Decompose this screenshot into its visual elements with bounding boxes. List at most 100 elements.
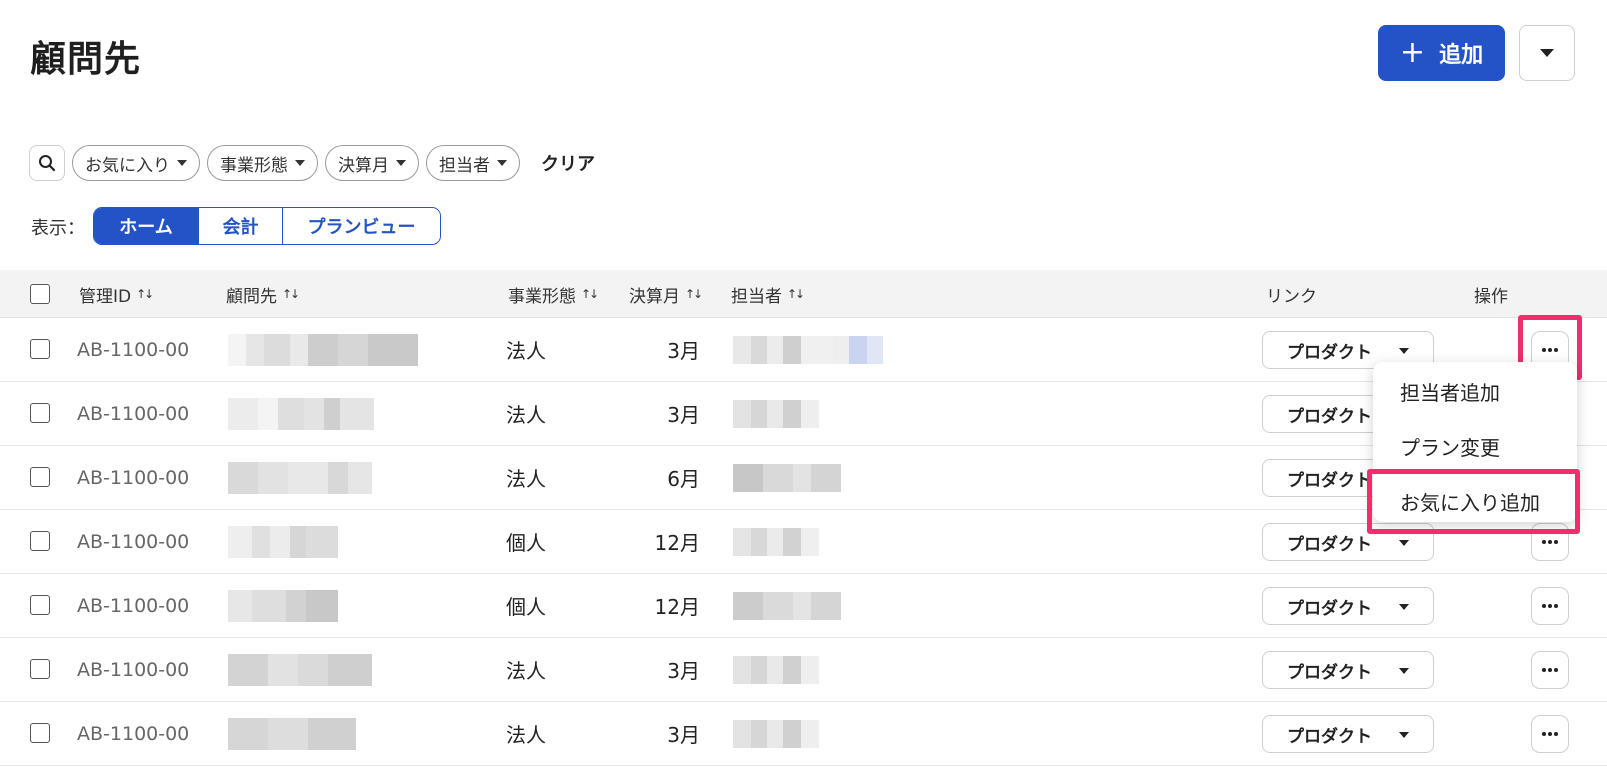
search-icon xyxy=(39,155,56,172)
product-link-label: プロダクト xyxy=(1287,662,1372,683)
table-row: AB-1100-00 法人 3月 プロダクト xyxy=(0,638,1607,702)
row-actions-button[interactable] xyxy=(1531,715,1569,753)
more-icon xyxy=(1542,604,1546,608)
product-link-label: プロダクト xyxy=(1287,470,1372,491)
view-option-home[interactable]: ホーム xyxy=(94,208,198,244)
row-business-type: 法人 xyxy=(506,723,546,747)
row-checkbox[interactable] xyxy=(30,531,50,551)
filter-chip-assignee[interactable]: 担当者 xyxy=(426,145,520,181)
assignee-name-redacted xyxy=(733,464,841,492)
menu-item-add-assignee[interactable]: 担当者追加 xyxy=(1400,377,1500,406)
assignee-name-redacted xyxy=(733,592,841,620)
caret-down-icon xyxy=(1399,540,1409,546)
row-checkbox[interactable] xyxy=(30,659,50,679)
more-icon-dot xyxy=(1554,668,1558,672)
product-link-label: プロダクト xyxy=(1287,342,1372,363)
view-option-plan[interactable]: プランビュー xyxy=(282,208,440,244)
product-link-dropdown[interactable]: プロダクト xyxy=(1262,587,1434,625)
caret-down-icon xyxy=(1399,732,1409,738)
column-header-link: リンク xyxy=(1266,286,1317,307)
filter-chip-label: 事業形態 xyxy=(220,155,288,176)
plus-icon: + xyxy=(1399,35,1426,70)
caret-down-icon xyxy=(1399,348,1409,354)
row-actions-button[interactable] xyxy=(1531,651,1569,689)
column-header-label: 事業形態 xyxy=(508,286,576,307)
table-row: AB-1100-00 個人 12月 プロダクト xyxy=(0,574,1607,638)
filter-chip-label: 決算月 xyxy=(338,155,389,176)
column-header-fiscal-month[interactable]: 決算月 ↑↓ xyxy=(629,270,703,318)
column-header-id[interactable]: 管理ID ↑↓ xyxy=(79,270,154,318)
row-business-type: 法人 xyxy=(506,339,546,363)
row-business-type: 法人 xyxy=(506,403,546,427)
filter-bar: お気に入り 事業形態 決算月 担当者 クリア xyxy=(29,145,595,181)
sort-icon: ↑↓ xyxy=(282,287,300,301)
more-icon-dot xyxy=(1548,604,1552,608)
select-all-checkbox[interactable] xyxy=(30,284,50,304)
column-header-assignee[interactable]: 担当者 ↑↓ xyxy=(731,270,805,318)
page-title: 顧問先 xyxy=(30,39,142,80)
column-header-label: 管理ID xyxy=(79,286,132,307)
table-row: AB-1100-00 法人 6月 プロダクト xyxy=(0,446,1607,510)
client-name-redacted xyxy=(228,526,338,558)
column-header-label: 顧問先 xyxy=(226,286,277,307)
client-name-redacted xyxy=(228,334,418,366)
row-fiscal-month: 3月 xyxy=(667,659,700,683)
add-options-dropdown-button[interactable] xyxy=(1519,25,1575,81)
row-fiscal-month: 12月 xyxy=(654,531,700,555)
more-icon-dot xyxy=(1548,732,1552,736)
filter-chip-label: お気に入り xyxy=(85,155,170,176)
filter-chip-fiscal-month[interactable]: 決算月 xyxy=(325,145,419,181)
filter-chip-business-type[interactable]: 事業形態 xyxy=(207,145,318,181)
row-id: AB-1100-00 xyxy=(77,402,190,425)
more-icon xyxy=(1542,668,1546,672)
search-button[interactable] xyxy=(29,145,65,181)
more-icon-dot xyxy=(1548,540,1552,544)
product-link-label: プロダクト xyxy=(1287,598,1372,619)
add-button-label: 追加 xyxy=(1439,43,1484,68)
row-id: AB-1100-00 xyxy=(77,466,190,489)
product-link-label: プロダクト xyxy=(1287,534,1372,555)
clear-filters-link[interactable]: クリア xyxy=(541,150,595,176)
row-business-type: 法人 xyxy=(506,659,546,683)
product-link-dropdown[interactable]: プロダクト xyxy=(1262,651,1434,689)
filter-chip-favorite[interactable]: お気に入り xyxy=(72,145,200,181)
row-checkbox[interactable] xyxy=(30,467,50,487)
sort-icon: ↑↓ xyxy=(787,287,805,301)
caret-down-icon xyxy=(177,160,187,166)
row-id: AB-1100-00 xyxy=(77,594,190,617)
table-header: 管理ID ↑↓ 顧問先 ↑↓ 事業形態 ↑↓ 決算月 ↑↓ 担当者 ↑↓ リンク… xyxy=(0,270,1607,318)
view-option-accounting[interactable]: 会計 xyxy=(198,208,282,244)
client-name-redacted xyxy=(228,398,374,430)
more-icon xyxy=(1542,540,1546,544)
row-checkbox[interactable] xyxy=(30,339,50,359)
caret-down-icon xyxy=(1399,668,1409,674)
view-label: 表示： xyxy=(31,218,85,239)
sort-icon: ↑↓ xyxy=(581,287,599,301)
product-link-dropdown[interactable]: プロダクト xyxy=(1262,715,1434,753)
row-checkbox[interactable] xyxy=(30,595,50,615)
more-icon-dot xyxy=(1554,604,1558,608)
add-button[interactable]: + 追加 xyxy=(1378,25,1505,81)
row-id: AB-1100-00 xyxy=(77,530,190,553)
client-name-redacted xyxy=(228,718,356,750)
product-link-label: プロダクト xyxy=(1287,726,1372,747)
client-name-redacted xyxy=(228,462,372,494)
more-icon-dot xyxy=(1554,540,1558,544)
row-actions-button[interactable] xyxy=(1531,587,1569,625)
row-checkbox[interactable] xyxy=(30,403,50,423)
menu-item-change-plan[interactable]: プラン変更 xyxy=(1400,432,1500,461)
caret-down-icon xyxy=(497,160,507,166)
caret-down-icon xyxy=(1540,49,1554,57)
product-link-label: プロダクト xyxy=(1287,406,1372,427)
client-name-redacted xyxy=(228,654,372,686)
assignee-name-redacted xyxy=(733,400,819,428)
sort-icon: ↑↓ xyxy=(136,287,154,301)
row-fiscal-month: 3月 xyxy=(667,339,700,363)
column-header-business-type[interactable]: 事業形態 ↑↓ xyxy=(508,270,599,318)
row-checkbox[interactable] xyxy=(30,723,50,743)
row-fiscal-month: 6月 xyxy=(667,467,700,491)
row-id: AB-1100-00 xyxy=(77,338,190,361)
column-header-client[interactable]: 顧問先 ↑↓ xyxy=(226,270,300,318)
caret-down-icon xyxy=(295,160,305,166)
filter-chip-label: 担当者 xyxy=(439,155,490,176)
